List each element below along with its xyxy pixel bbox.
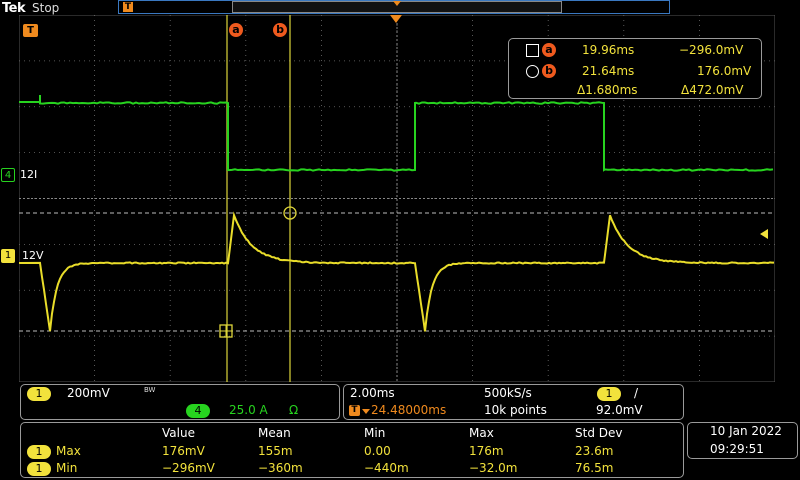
meas-header-value: Value: [162, 426, 195, 440]
cursor-b-circle-icon: [526, 65, 539, 78]
trigger-delay-arrow-icon: [362, 409, 370, 414]
cursor-a-square-icon: [526, 44, 539, 57]
meas-header-max: Max: [469, 426, 494, 440]
bandwidth-limit-icon: BW: [144, 386, 155, 394]
meas-header-min: Min: [364, 426, 385, 440]
meas-cell-min: −440m: [364, 461, 409, 475]
meas-cell-mean: −360m: [258, 461, 303, 475]
cursor-b-value: 176.0mV: [697, 64, 751, 78]
meas-cell-stddev: 23.6m: [575, 444, 613, 458]
trigger-time-marker[interactable]: T: [23, 24, 38, 37]
ch4-label: 12I: [20, 168, 37, 181]
sample-rate: 500kS/s: [484, 386, 532, 400]
meas-row-name: Max: [56, 444, 81, 458]
record-center-marker-icon: [393, 1, 401, 6]
record-length: 10k points: [484, 403, 547, 417]
meas-cell-mean: 155m: [258, 444, 293, 458]
cursor-readout-panel: a 19.96ms −296.0mV b 21.64ms 176.0mV Δ1.…: [508, 38, 762, 99]
record-trigger-marker: T: [123, 2, 133, 12]
meas-cell-min: 0.00: [364, 444, 391, 458]
meas-header-stddev: Std Dev: [575, 426, 622, 440]
clock-date: 10 Jan 2022: [710, 424, 782, 438]
meas-row-channel-badge: 1: [27, 445, 51, 459]
measurement-panel[interactable]: Value Mean Min Max Std Dev 1 Max 176mV 1…: [20, 422, 684, 478]
clock-panel: 10 Jan 2022 09:29:51: [687, 422, 798, 459]
meas-cell-max: 176m: [469, 444, 504, 458]
trigger-position-icon[interactable]: [390, 15, 402, 23]
cursor-a-readout-label: a: [542, 43, 556, 57]
ch1-badge[interactable]: 1: [27, 387, 51, 401]
cursor-b-time: 21.64ms: [582, 64, 634, 78]
meas-row-channel-badge: 1: [27, 462, 51, 476]
meas-row-name: Min: [56, 461, 77, 475]
ch4-scale[interactable]: 25.0 A: [229, 403, 268, 417]
trigger-slope-icon: /: [634, 386, 638, 400]
ch4-badge[interactable]: 4: [186, 404, 210, 418]
meas-cell-max: −32.0m: [469, 461, 517, 475]
ch4-offset-marker[interactable]: 4: [1, 168, 15, 182]
ch1-label: 12V: [22, 249, 44, 262]
vertical-readout-panel[interactable]: 1 200mV BW 4 25.0 A Ω: [20, 384, 340, 420]
cursor-delta-time: Δ1.680ms: [577, 83, 638, 97]
meas-cell-value: −296mV: [162, 461, 215, 475]
trigger-delay-icon: T: [349, 405, 360, 416]
time-per-div[interactable]: 2.00ms: [350, 386, 395, 400]
ch4-termination-icon: Ω: [289, 403, 298, 417]
meas-cell-stddev: 76.5m: [575, 461, 613, 475]
trigger-position[interactable]: 24.48000ms: [371, 403, 446, 417]
cursor-b-label[interactable]: b: [273, 23, 287, 37]
cursor-b-readout-label: b: [542, 64, 556, 78]
clock-time: 09:29:51: [710, 442, 764, 456]
trigger-source-badge[interactable]: 1: [597, 387, 621, 401]
cursor-delta-value: Δ472.0mV: [681, 83, 743, 97]
acquisition-status: Stop: [32, 1, 59, 15]
cursor-a-value: −296.0mV: [679, 43, 743, 57]
ch1-scale[interactable]: 200mV: [67, 386, 110, 400]
cursor-a-time: 19.96ms: [582, 43, 634, 57]
meas-cell-value: 176mV: [162, 444, 205, 458]
cursor-a-label[interactable]: a: [229, 23, 243, 37]
ch1-offset-marker[interactable]: 1: [1, 249, 15, 263]
horizontal-readout-panel[interactable]: 2.00ms 500kS/s 1 / T 24.48000ms 10k poin…: [343, 384, 684, 420]
meas-header-mean: Mean: [258, 426, 291, 440]
brand-logo: Tek: [2, 1, 25, 16]
trigger-level-icon[interactable]: [760, 229, 768, 239]
trigger-level[interactable]: 92.0mV: [596, 403, 643, 417]
